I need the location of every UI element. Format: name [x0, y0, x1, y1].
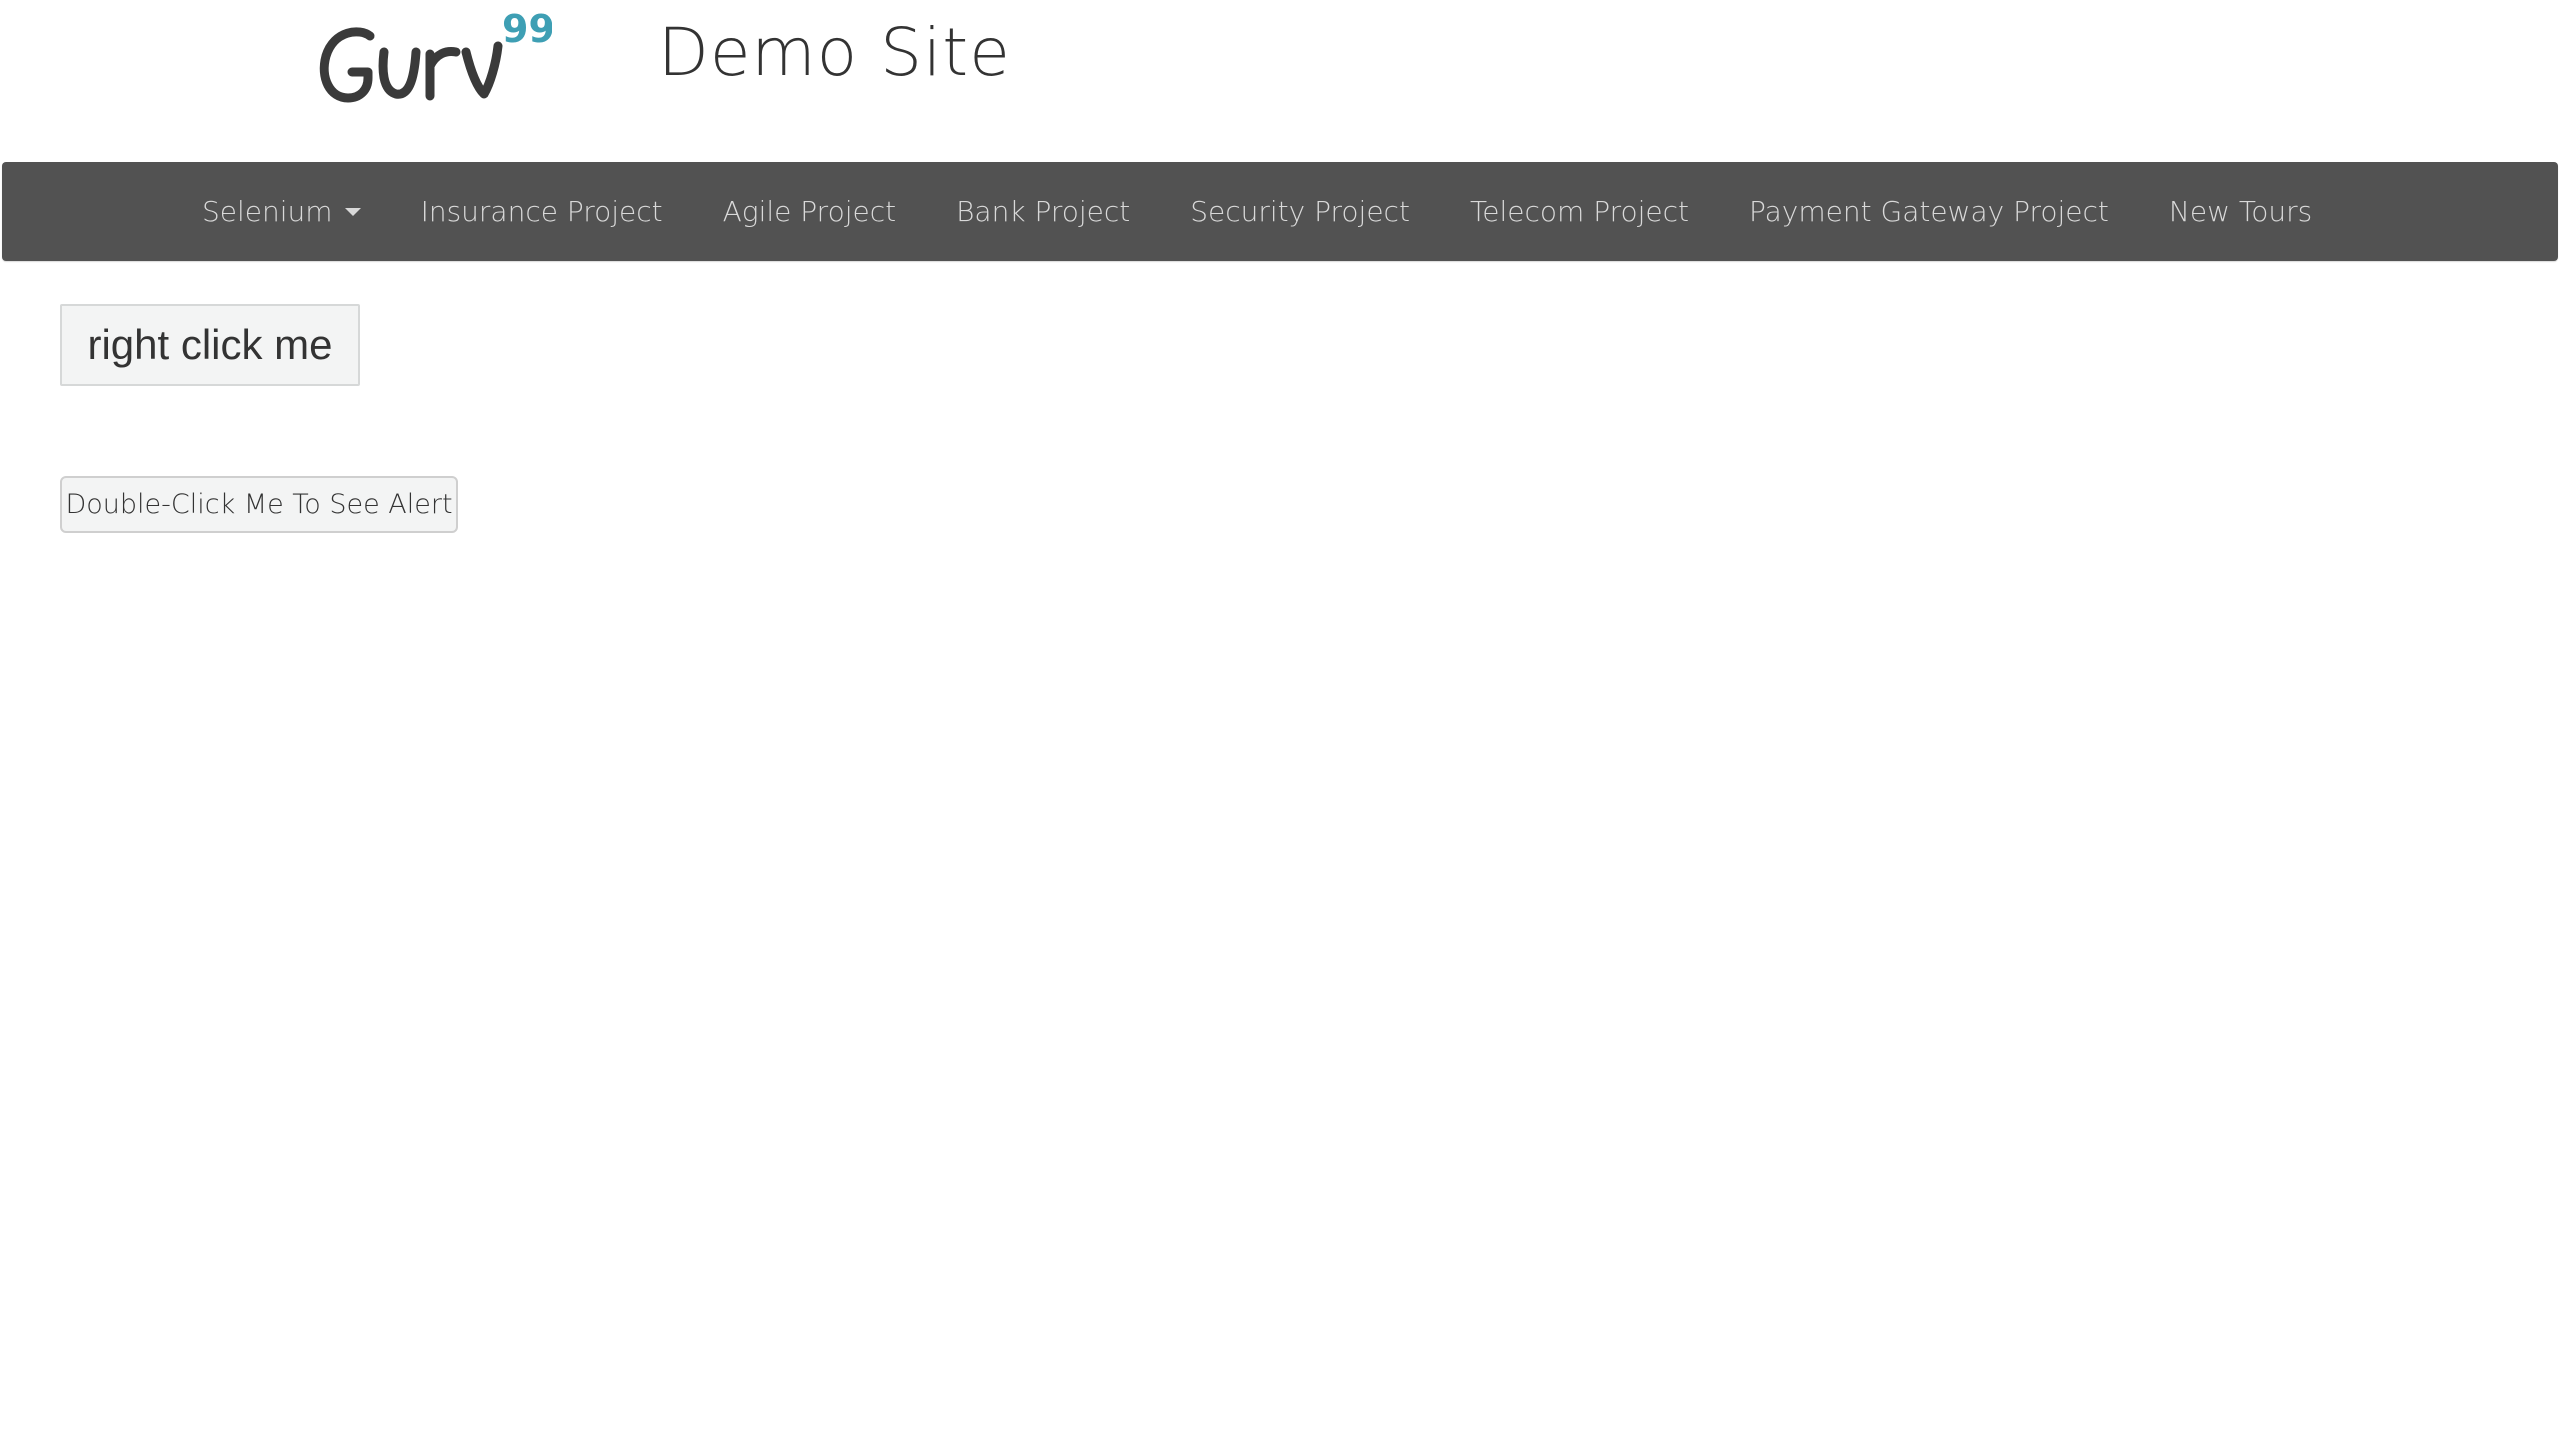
nav-item-label: Selenium [202, 195, 333, 228]
double-click-button[interactable]: Double-Click Me To See Alert [60, 476, 458, 533]
nav-item-new-tours[interactable]: New Tours [2139, 162, 2342, 261]
nav-item-security-project[interactable]: Security Project [1160, 162, 1440, 261]
nav-item-telecom-project[interactable]: Telecom Project [1440, 162, 1719, 261]
guru99-logo[interactable]: 99 [312, 6, 552, 116]
nav-item-selenium[interactable]: Selenium [172, 162, 391, 261]
main-navbar: Selenium Insurance Project Agile Project… [2, 162, 2558, 261]
nav-menu: Selenium Insurance Project Agile Project… [172, 162, 2342, 261]
site-title: Demo Site [658, 14, 1011, 91]
site-header: 99 Demo Site [0, 0, 2560, 162]
nav-item-bank-project[interactable]: Bank Project [926, 162, 1160, 261]
nav-item-agile-project[interactable]: Agile Project [693, 162, 926, 261]
logo-superscript: 99 [502, 7, 552, 51]
nav-item-insurance-project[interactable]: Insurance Project [391, 162, 693, 261]
right-click-button[interactable]: right click me [60, 304, 360, 386]
nav-item-payment-gateway-project[interactable]: Payment Gateway Project [1719, 162, 2139, 261]
caret-down-icon [344, 207, 361, 216]
